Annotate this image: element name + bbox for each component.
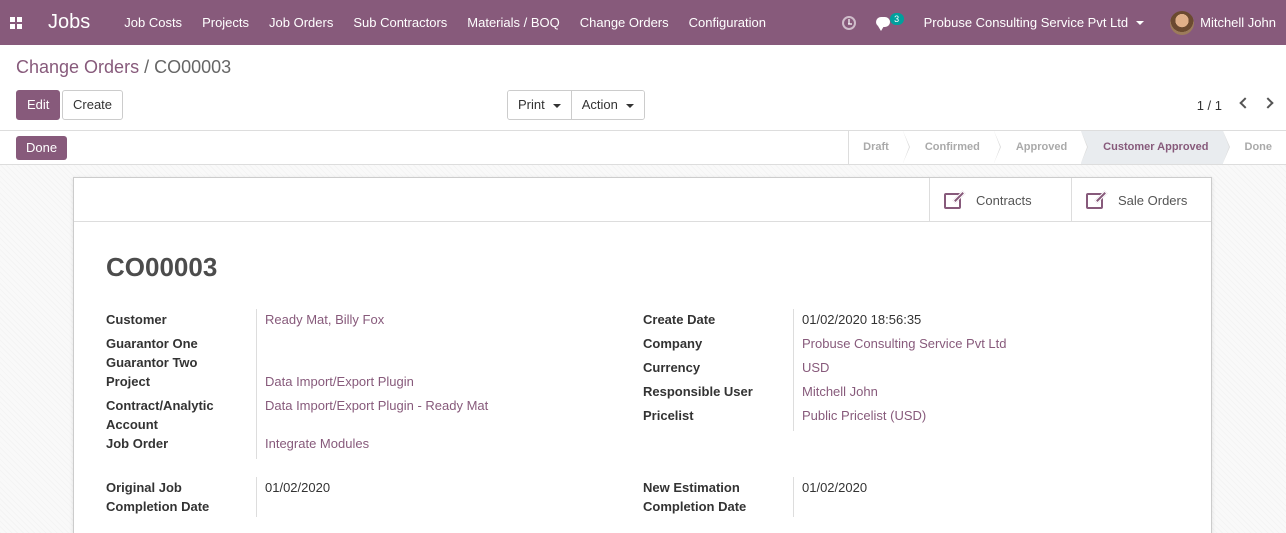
menu-materials-boq[interactable]: Materials / BOQ [457, 0, 569, 45]
stage-pipeline: Draft Confirmed Approved Customer Approv… [848, 131, 1286, 164]
user-menu[interactable]: Mitchell John [1170, 10, 1276, 35]
edit-icon [944, 190, 966, 210]
pricelist-value[interactable]: Public Pricelist (USD) [802, 406, 926, 425]
responsible-user-label: Responsible User [643, 384, 753, 399]
pricelist-label: Pricelist [643, 408, 694, 423]
contract-value[interactable]: Data Import/Export Plugin - Ready Mat [265, 396, 488, 415]
original-completion-label-line1: Original Job [106, 480, 182, 495]
breadcrumb: Change Orders / CO00003 [16, 57, 231, 78]
chat-count-badge: 3 [889, 12, 904, 25]
record-title: CO00003 [106, 252, 218, 282]
contract-label-line1: Contract/Analytic [106, 398, 214, 413]
menu-projects[interactable]: Projects [192, 0, 259, 45]
original-completion-label-line2: Completion Date [106, 499, 210, 514]
new-completion-label-line2: Completion Date [643, 499, 747, 514]
right-column-divider [793, 309, 794, 431]
breadcrumb-separator: / [144, 57, 150, 77]
right-column-divider [793, 477, 794, 517]
company-label: Company [643, 336, 703, 351]
messaging-button[interactable]: 3 [875, 12, 904, 33]
guarantor-two-label: Guarantor Two [106, 355, 198, 370]
currency-value[interactable]: USD [802, 358, 829, 377]
original-completion-label: Original Job Completion Date [106, 478, 209, 516]
menu-job-orders[interactable]: Job Orders [259, 0, 343, 45]
customer-value[interactable]: Ready Mat, Billy Fox [265, 310, 384, 329]
stage-customer-approved[interactable]: Customer Approved [1081, 131, 1230, 164]
project-value[interactable]: Data Import/Export Plugin [265, 372, 414, 391]
menu-configuration[interactable]: Configuration [679, 0, 776, 45]
breadcrumb-change-orders[interactable]: Change Orders [16, 57, 139, 77]
stage-approved[interactable]: Approved [993, 131, 1089, 164]
menu-change-orders[interactable]: Change Orders [570, 0, 679, 45]
print-action-group: Print Action [507, 90, 645, 120]
breadcrumb-current: CO00003 [154, 57, 232, 77]
top-navbar: Jobs Job Costs Projects Job Orders Sub C… [0, 0, 1286, 45]
currency-label: Currency [643, 360, 701, 375]
job-order-value[interactable]: Integrate Modules [265, 434, 369, 453]
action-dropdown[interactable]: Action [570, 91, 644, 119]
contracts-label: Contracts [976, 192, 1032, 208]
company-name: Probuse Consulting Service Pvt Ltd [923, 15, 1129, 30]
caret-down-icon [1136, 20, 1145, 25]
company-value[interactable]: Probuse Consulting Service Pvt Ltd [802, 334, 1007, 353]
contract-label: Contract/Analytic Account [106, 396, 214, 434]
menu-job-costs[interactable]: Job Costs [114, 0, 192, 45]
stage-done[interactable]: Done [1222, 131, 1286, 164]
sale-orders-label: Sale Orders [1118, 192, 1188, 208]
create-date-value: 01/02/2020 18:56:35 [802, 312, 922, 327]
contract-label-line2: Account [106, 417, 158, 432]
new-completion-value[interactable]: 01/02/2020 [802, 478, 867, 497]
customer-label: Customer [106, 312, 167, 327]
contracts-smart-button[interactable]: Contracts [929, 178, 1071, 222]
original-completion-value[interactable]: 01/02/2020 [265, 478, 330, 497]
done-button[interactable]: Done [16, 136, 68, 160]
stage-draft[interactable]: Draft [849, 131, 910, 164]
sale-orders-smart-button[interactable]: Sale Orders [1071, 178, 1211, 222]
avatar [1170, 10, 1195, 35]
apps-menu-icon[interactable] [0, 0, 32, 45]
main-menu: Job Costs Projects Job Orders Sub Contra… [114, 0, 776, 45]
job-order-label: Job Order [106, 436, 169, 451]
smart-button-box: Contracts Sale Orders [74, 178, 1211, 222]
action-label: Action [581, 97, 618, 112]
pager-value[interactable]: 1 / 1 [1197, 98, 1222, 113]
chat-icon [875, 16, 890, 31]
company-switcher[interactable]: Probuse Consulting Service Pvt Ltd [924, 15, 1145, 30]
stage-confirmed[interactable]: Confirmed [902, 131, 1001, 164]
app-title[interactable]: Jobs [32, 0, 106, 45]
create-date-label: Create Date [643, 312, 716, 327]
responsible-user-value[interactable]: Mitchell John [802, 382, 878, 401]
print-dropdown[interactable]: Print [508, 91, 571, 119]
project-label: Project [106, 374, 151, 389]
create-button[interactable]: Create [62, 90, 124, 120]
caret-down-icon [552, 103, 561, 108]
edit-button[interactable]: Edit [16, 90, 61, 120]
new-completion-label-line1: New Estimation [643, 480, 740, 495]
chevron-left-icon[interactable] [1239, 97, 1251, 109]
edit-icon [1086, 190, 1108, 210]
left-column-divider [256, 477, 257, 517]
menu-sub-contractors[interactable]: Sub Contractors [343, 0, 457, 45]
activity-clock-icon[interactable] [841, 15, 856, 30]
new-completion-label: New Estimation Completion Date [643, 478, 746, 516]
form-sheet: Contracts Sale Orders CO00003 Customer R… [73, 177, 1212, 533]
left-column-divider [256, 309, 257, 459]
chevron-right-icon[interactable] [1262, 97, 1274, 109]
print-label: Print [518, 97, 545, 112]
status-bar: Done Draft Confirmed Approved Customer A… [0, 130, 1286, 165]
caret-down-icon [625, 103, 634, 108]
user-name: Mitchell John [1200, 15, 1276, 30]
guarantor-one-label: Guarantor One [106, 336, 198, 351]
